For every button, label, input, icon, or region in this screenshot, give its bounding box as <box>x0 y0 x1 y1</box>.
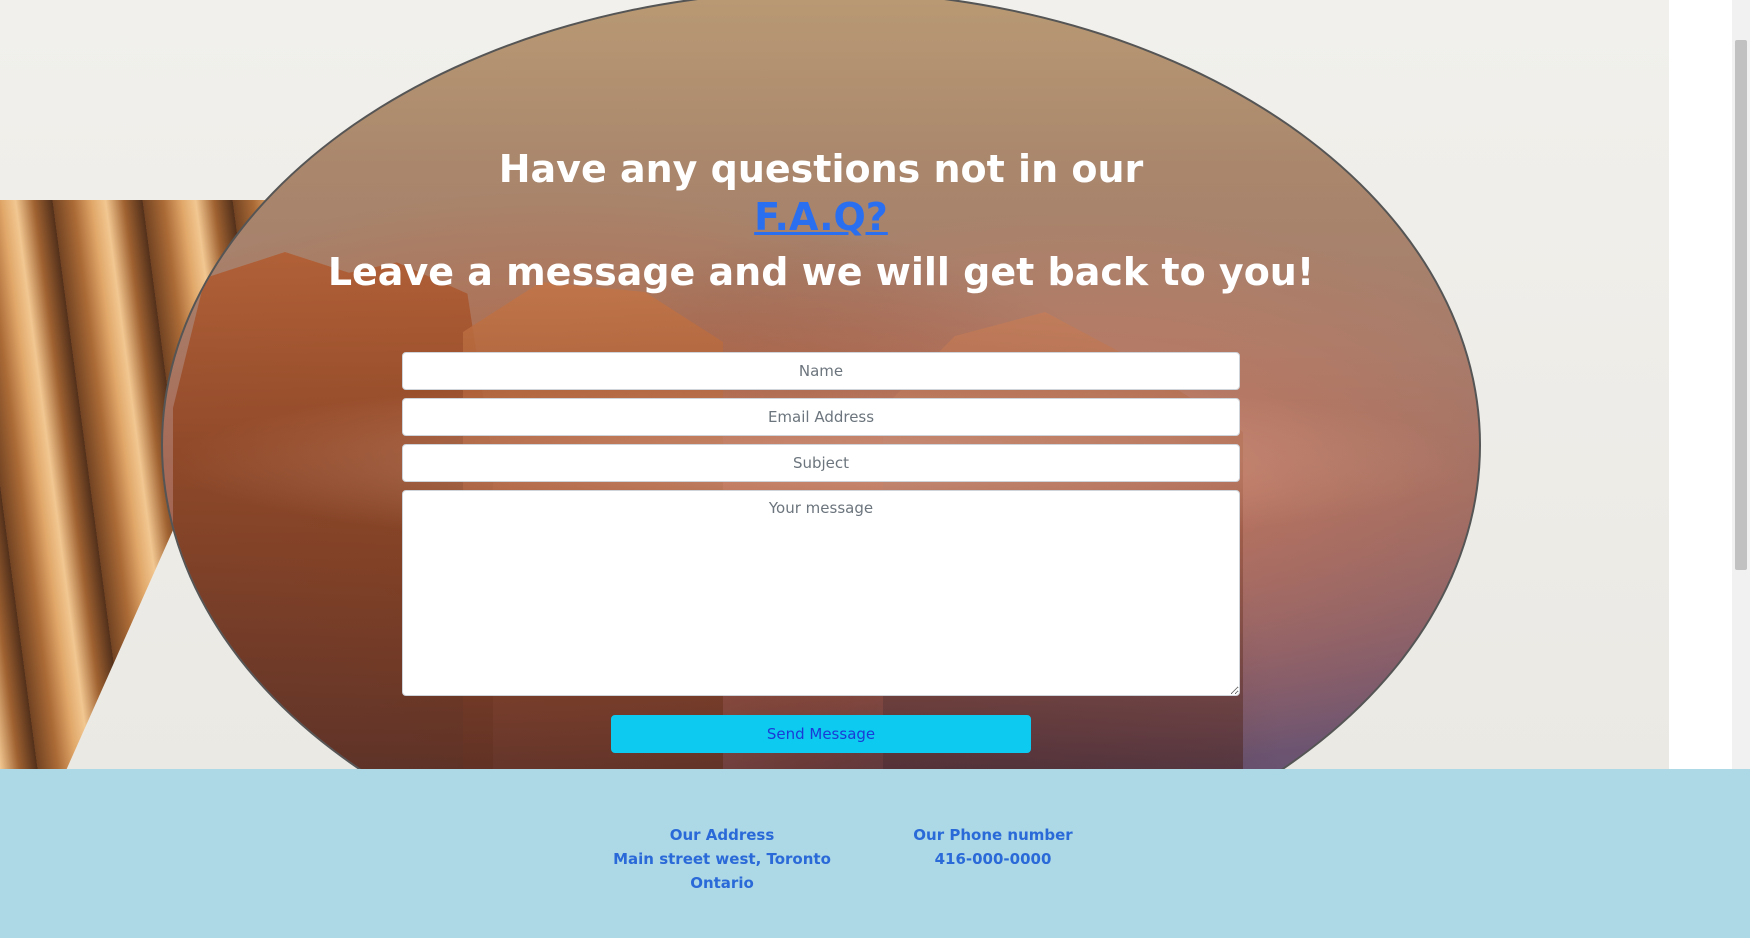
footer-phone: Our Phone number 416-000-0000 <box>905 823 1081 871</box>
right-gutter <box>1669 0 1732 769</box>
email-input[interactable] <box>402 398 1240 436</box>
address-value: Main street west, Toronto Ontario <box>613 850 831 892</box>
scrollbar-thumb[interactable] <box>1735 40 1747 570</box>
page: Have any questions not in our F.A.Q? Lea… <box>0 0 1750 938</box>
send-message-button[interactable]: Send Message <box>611 715 1031 753</box>
faq-link[interactable]: F.A.Q? <box>0 193 1642 241</box>
footer-address: Our Address Main street west, Toronto On… <box>580 823 864 895</box>
footer: Our Address Main street west, Toronto On… <box>0 769 1750 938</box>
message-textarea[interactable] <box>402 490 1240 696</box>
address-title: Our Address <box>669 826 775 844</box>
phone-title: Our Phone number <box>913 826 1073 844</box>
leave-message-heading: Leave a message and we will get back to … <box>327 250 1315 294</box>
subject-input[interactable] <box>402 444 1240 482</box>
name-input[interactable] <box>402 352 1240 390</box>
phone-value: 416-000-0000 <box>934 850 1052 868</box>
contact-section: Have any questions not in our F.A.Q? Lea… <box>0 0 1669 769</box>
question-heading: Have any questions not in our <box>498 147 1144 191</box>
